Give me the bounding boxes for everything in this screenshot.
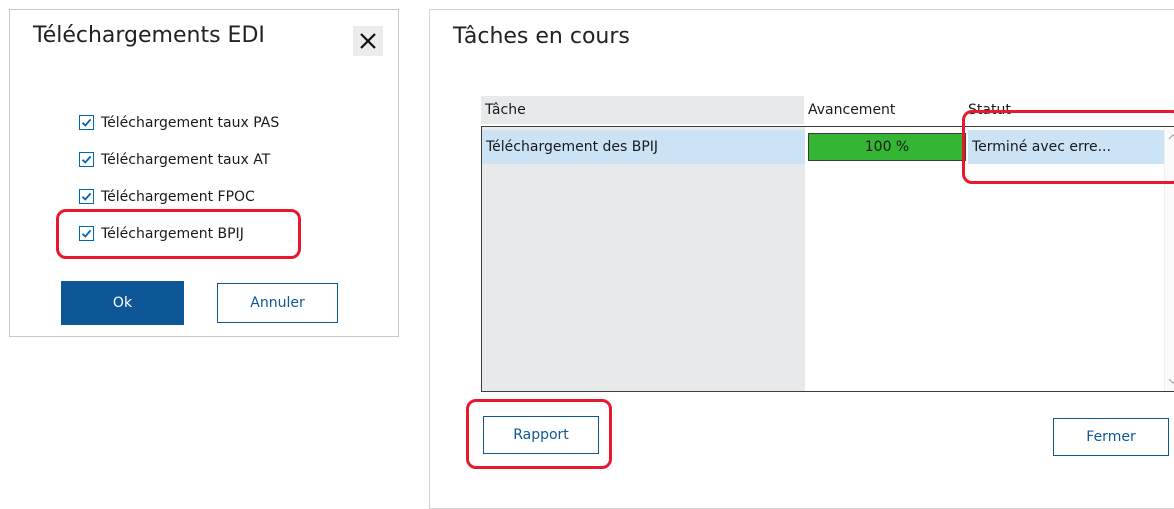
status-cell: Terminé avec erre... [968,130,1165,164]
progress-value: 100 % [864,139,910,155]
task-cell: Téléchargement des BPIJ [482,130,805,164]
checkbox-taux-pas[interactable] [79,115,94,130]
checkmark-icon [81,155,92,164]
scroll-down-button[interactable] [1165,373,1174,389]
checkbox-taux-at[interactable] [79,152,94,167]
option-taux-at[interactable]: Téléchargement taux AT [79,141,279,178]
tasks-dialog-title: Tâches en cours [453,24,630,49]
close-icon [360,33,376,49]
chevron-down-icon [1168,378,1174,384]
option-label: Téléchargement taux AT [101,151,271,168]
column-header-task[interactable]: Tâche [481,96,804,124]
ok-button[interactable]: Ok [61,281,184,325]
checkmark-icon [81,118,92,127]
checkmark-icon [81,229,92,238]
table-row[interactable]: Téléchargement des BPIJ 100 % Terminé av… [482,130,1165,164]
column-header-progress[interactable]: Avancement [804,96,964,124]
checkbox-fpoc[interactable] [79,189,94,204]
tasks-dialog: Tâches en cours Tâche Avancement Statut … [429,9,1174,509]
option-label: Téléchargement BPIJ [101,225,244,242]
option-label: Téléchargement FPOC [101,188,255,205]
edi-dialog-title: Téléchargements EDI [33,23,265,48]
download-options-list: Téléchargement taux PAS Téléchargement t… [79,104,279,252]
chevron-up-icon [1168,134,1174,140]
cancel-button[interactable]: Annuler [217,283,338,323]
progress-bar: 100 % [808,133,966,161]
column-header-status[interactable]: Statut [964,96,1174,124]
edi-downloads-dialog: Téléchargements EDI Téléchargement taux … [9,9,399,337]
scroll-up-button[interactable] [1165,129,1174,145]
option-taux-pas[interactable]: Téléchargement taux PAS [79,104,279,141]
task-column-background [482,127,805,391]
tasks-grid-header: Tâche Avancement Statut [481,96,1174,124]
close-button[interactable] [353,26,383,56]
tasks-grid: Téléchargement des BPIJ 100 % Terminé av… [481,126,1174,392]
option-label: Téléchargement taux PAS [101,114,280,131]
close-dialog-button[interactable]: Fermer [1053,418,1169,456]
option-fpoc[interactable]: Téléchargement FPOC [79,178,279,215]
option-bpij[interactable]: Téléchargement BPIJ [79,215,279,252]
report-button[interactable]: Rapport [483,416,599,454]
checkmark-icon [81,192,92,201]
checkbox-bpij[interactable] [79,226,94,241]
vertical-scrollbar[interactable] [1164,127,1174,391]
